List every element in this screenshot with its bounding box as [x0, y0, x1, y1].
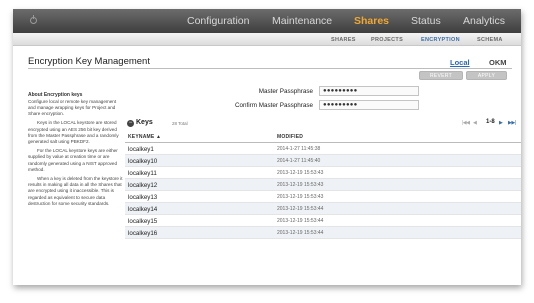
- next-page-icon[interactable]: ▶: [499, 120, 503, 126]
- subnav-projects[interactable]: PROJECTS: [371, 33, 403, 46]
- app-window: Configuration Maintenance Shares Status …: [13, 9, 521, 285]
- column-modified[interactable]: MODIFIED: [277, 134, 303, 140]
- nav-maintenance[interactable]: Maintenance: [272, 9, 332, 33]
- column-keyname[interactable]: KEYNAME ▲: [128, 134, 161, 140]
- help-paragraph: Keys in the LOCAL keystore are stored en…: [28, 120, 119, 144]
- nav-configuration[interactable]: Configuration: [187, 9, 249, 33]
- key-modified: 2013-12-19 15:53:43: [277, 170, 324, 176]
- key-modified: 2013-12-19 15:53:44: [277, 206, 324, 212]
- master-passphrase-label: Master Passphrase: [258, 88, 313, 95]
- key-name: localkey1: [128, 146, 154, 153]
- title-divider: [28, 68, 512, 69]
- okm-link[interactable]: OKM: [489, 58, 507, 67]
- subnav-shares[interactable]: SHARES: [331, 33, 356, 46]
- table-row[interactable]: localkey12 2013-12-19 15:53:43: [125, 179, 521, 191]
- subnav-schema[interactable]: SCHEMA: [477, 33, 503, 46]
- page-title: Encryption Key Management: [28, 56, 150, 67]
- nav-shares[interactable]: Shares: [354, 9, 389, 33]
- table-body: localkey1 2014-1-27 11:45:38 localkey10 …: [125, 143, 521, 239]
- key-name: localkey15: [128, 218, 158, 225]
- key-name: localkey12: [128, 182, 158, 189]
- key-name: localkey11: [128, 170, 157, 177]
- revert-button[interactable]: REVERT: [419, 71, 463, 80]
- table-row[interactable]: localkey11 2013-12-19 15:53:43: [125, 167, 521, 179]
- help-paragraph: Configure local or remote key management…: [28, 98, 117, 117]
- key-modified: 2014-1-27 11:45:38: [277, 146, 321, 152]
- table-row[interactable]: localkey1 2014-1-27 11:45:38: [125, 143, 521, 155]
- nav-status[interactable]: Status: [411, 9, 441, 33]
- local-link[interactable]: Local: [450, 58, 470, 67]
- help-heading: About Encryption keys: [28, 92, 83, 98]
- table-row[interactable]: localkey10 2014-1-27 11:45:40: [125, 155, 521, 167]
- keys-table: KEYNAME ▲ MODIFIED localkey1 2014-1-27 1…: [125, 132, 521, 239]
- confirm-passphrase-label: Confirm Master Passphrase: [234, 102, 313, 109]
- table-row[interactable]: localkey13 2013-12-19 15:53:43: [125, 191, 521, 203]
- key-name: localkey13: [128, 194, 158, 201]
- key-name: localkey16: [128, 230, 158, 237]
- key-modified: 2014-1-27 11:45:40: [277, 158, 321, 164]
- apply-button[interactable]: APPLY: [466, 71, 507, 80]
- keys-count: 28 Total: [172, 121, 188, 126]
- power-icon[interactable]: [30, 15, 37, 24]
- help-paragraph: When a key is deleted from the keystore …: [28, 175, 123, 206]
- key-modified: 2013-12-19 15:53:43: [277, 194, 324, 200]
- master-passphrase-field[interactable]: ●●●●●●●●●: [319, 86, 419, 96]
- page-range: 1-8: [486, 119, 495, 125]
- last-page-icon[interactable]: ▶▶|: [508, 120, 516, 126]
- subnav-encryption[interactable]: ENCRYPTION: [421, 33, 460, 46]
- sub-navigation-bar: SHARES PROJECTS ENCRYPTION SCHEMA: [13, 33, 521, 46]
- key-name: localkey14: [128, 206, 158, 213]
- key-modified: 2013-12-19 15:53:43: [277, 182, 324, 188]
- previous-page-icon[interactable]: ◀: [473, 120, 477, 126]
- key-modified: 2013-12-19 15:53:44: [277, 230, 324, 236]
- keys-title: Keys: [136, 119, 153, 126]
- table-header: KEYNAME ▲ MODIFIED: [125, 132, 521, 143]
- help-sidebar: About Encryption keys Configure local or…: [28, 92, 124, 210]
- confirm-passphrase-field[interactable]: ●●●●●●●●●: [319, 100, 419, 110]
- table-row[interactable]: localkey15 2013-12-19 15:53:44: [125, 215, 521, 227]
- key-name: localkey10: [128, 158, 158, 165]
- nav-analytics[interactable]: Analytics: [463, 9, 505, 33]
- keys-section-header: − Keys 28 Total |◀◀ ◀ 1-8 ▶ ▶▶|: [125, 118, 521, 130]
- collapse-icon[interactable]: −: [127, 120, 134, 127]
- help-paragraph: For the LOCAL keystore keys are either s…: [28, 148, 118, 172]
- key-modified: 2013-12-19 15:53:44: [277, 218, 324, 224]
- first-page-icon[interactable]: |◀◀: [462, 120, 470, 126]
- table-row[interactable]: localkey14 2013-12-19 15:53:44: [125, 203, 521, 215]
- top-navigation-bar: Configuration Maintenance Shares Status …: [13, 9, 521, 33]
- table-row[interactable]: localkey16 2013-12-19 15:53:44: [125, 227, 521, 239]
